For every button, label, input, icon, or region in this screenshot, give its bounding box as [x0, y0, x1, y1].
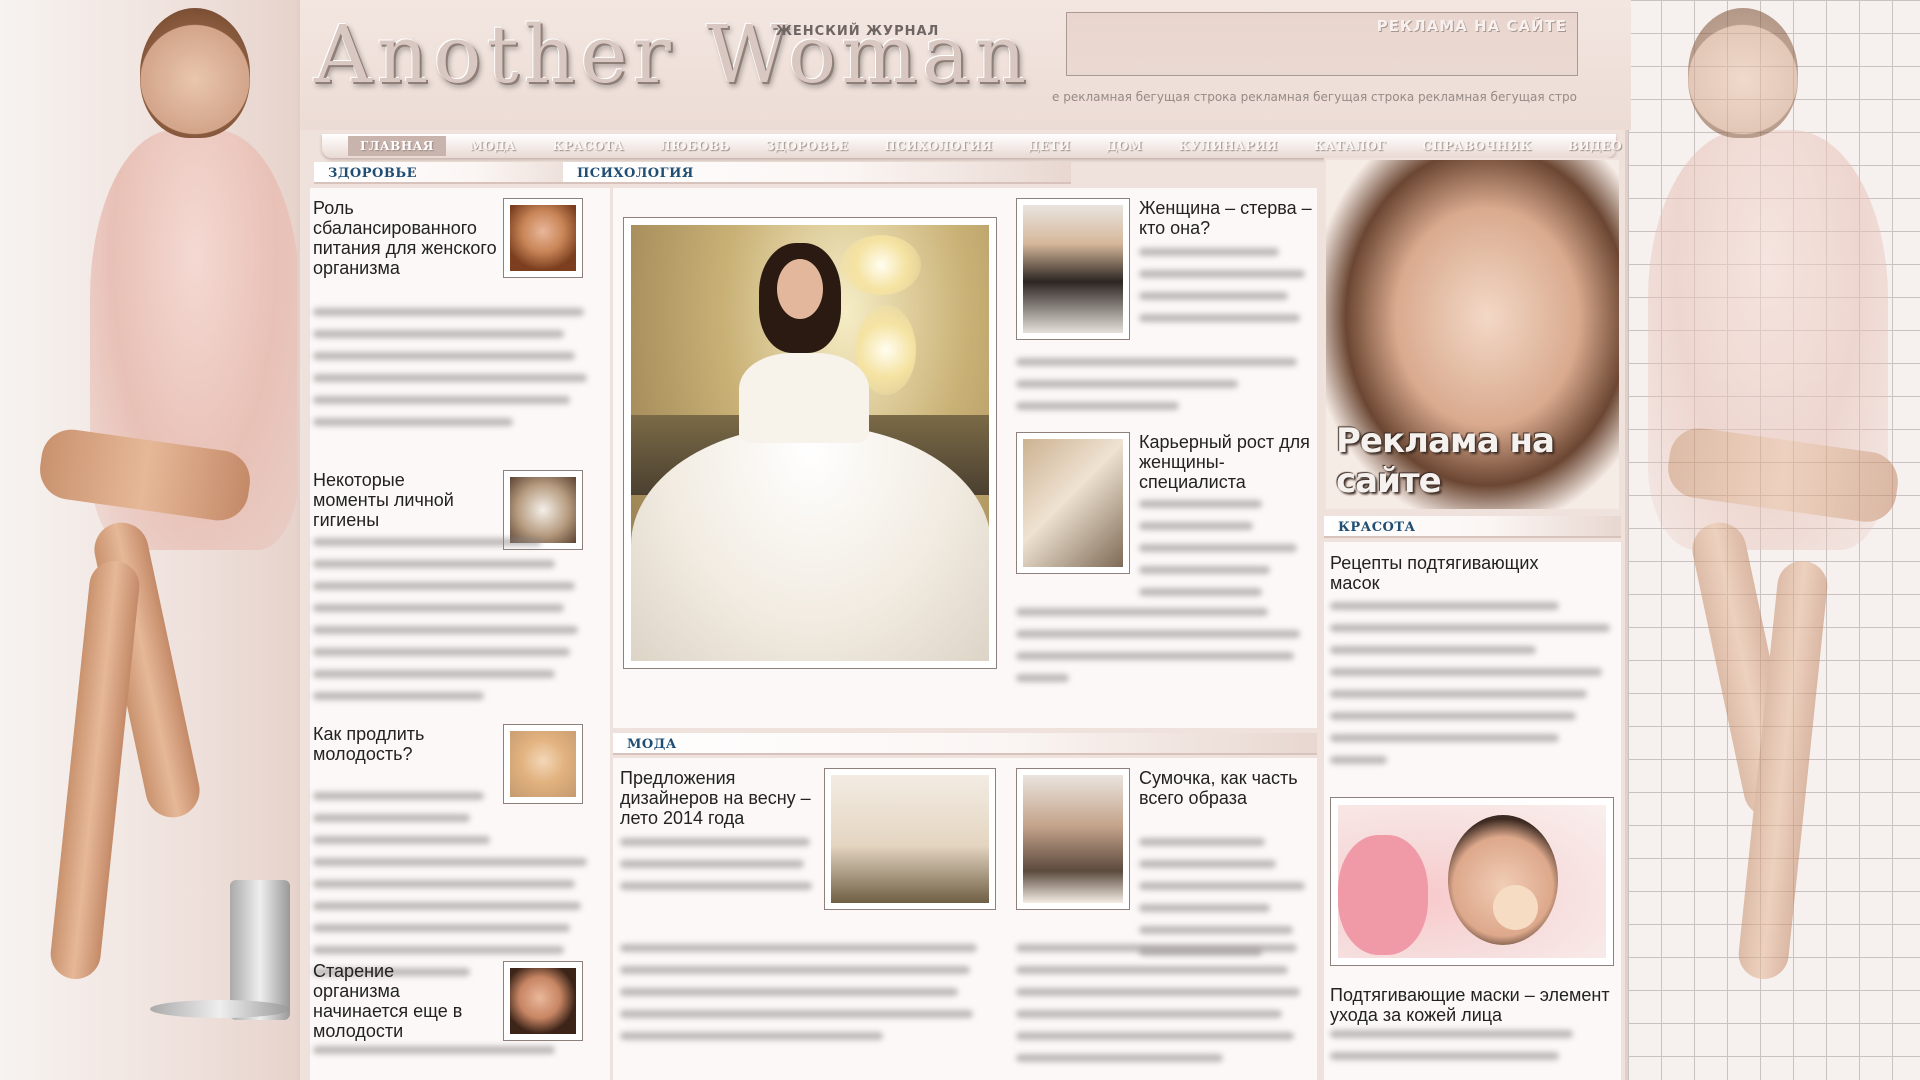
nav-item-cooking[interactable]: КУЛИНАРИЯ [1167, 136, 1290, 156]
featured-bride-photo[interactable] [623, 217, 997, 669]
article-title[interactable]: Сумочка, как часть всего образа [1139, 768, 1314, 808]
ad-ticker: е рекламная бегущая строка рекламная бег… [1052, 90, 1577, 104]
beauty-article[interactable]: Подтягивающие маски – элемент ухода за к… [1330, 985, 1616, 1025]
nav-item-kids[interactable]: ДЕТИ [1017, 136, 1083, 156]
article-excerpt-blurred [1139, 248, 1314, 336]
nav-item-home-decor[interactable]: ДОМ [1095, 136, 1155, 156]
section-header-beauty[interactable]: КРАСОТА [1324, 516, 1621, 538]
article-excerpt-blurred [313, 308, 598, 440]
side-ad-label: Реклама на сайте [1336, 421, 1555, 501]
article-thumbnail[interactable] [1016, 198, 1130, 340]
article-excerpt-blurred [1330, 1030, 1616, 1074]
article-thumbnail[interactable] [824, 768, 996, 910]
section-header-fashion[interactable]: МОДА [613, 733, 1317, 755]
header-ad-label: РЕКЛАМА НА САЙТЕ [1376, 17, 1567, 35]
article-excerpt-blurred [620, 944, 996, 1054]
section-title-psychology: ПСИХОЛОГИЯ [577, 166, 694, 181]
article-title[interactable]: Карьерный рост для женщины-специалиста [1139, 432, 1314, 492]
section-title-fashion: МОДА [627, 737, 677, 752]
article-thumbnail[interactable] [503, 198, 583, 278]
beauty-article-photo[interactable] [1330, 797, 1614, 966]
main-nav: ГЛАВНАЯ МОДА КРАСОТА ЛЮБОВЬ ЗДОРОВЬЕ ПСИ… [322, 134, 1622, 158]
psychology-article[interactable]: Карьерный рост для женщины-специалиста [1139, 432, 1314, 492]
article-excerpt-blurred [313, 538, 598, 714]
nav-item-home[interactable]: ГЛАВНАЯ [348, 136, 447, 156]
health-panel: Роль сбалансированного питания для женск… [310, 188, 610, 1080]
article-excerpt-blurred [1016, 944, 1312, 1076]
article-excerpt-blurred [1016, 608, 1312, 696]
article-title[interactable]: Женщина – стерва – кто она? [1139, 198, 1314, 238]
model-figure-image-faded [1628, 0, 1920, 1080]
nav-item-video[interactable]: ВИДЕО [1556, 136, 1634, 156]
nav-item-beauty[interactable]: КРАСОТА [540, 136, 636, 156]
nav-item-catalog[interactable]: КАТАЛОГ [1302, 136, 1398, 156]
article-thumbnail[interactable] [1016, 432, 1130, 574]
article-excerpt-blurred [1330, 602, 1616, 778]
article-title[interactable]: Подтягивающие маски – элемент ухода за к… [1330, 985, 1616, 1025]
psychology-article[interactable]: Женщина – стерва – кто она? [1139, 198, 1314, 238]
nav-item-reference[interactable]: СПРАВОЧНИК [1410, 136, 1544, 156]
article-excerpt-blurred [620, 838, 820, 904]
main-column: Another Woman ЖЕНСКИЙ ЖУРНАЛ РЕКЛАМА НА … [297, 0, 1631, 1080]
beauty-article[interactable]: Рецепты подтягивающих масок [1330, 553, 1616, 593]
article-excerpt-blurred [313, 1046, 598, 1068]
nav-item-love[interactable]: ЛЮБОВЬ [648, 136, 742, 156]
article-thumbnail[interactable] [1016, 768, 1130, 910]
section-header-health[interactable]: ЗДОРОВЬЕ [314, 162, 604, 184]
article-excerpt-blurred [1139, 500, 1314, 610]
header-ad-banner[interactable]: РЕКЛАМА НА САЙТЕ [1066, 12, 1578, 76]
section-title-beauty: КРАСОТА [1338, 520, 1416, 535]
article-thumbnail[interactable] [503, 961, 583, 1041]
model-figure-image [0, 0, 297, 1080]
side-ad-banner[interactable]: Реклама на сайте [1324, 158, 1621, 511]
fashion-article[interactable]: Сумочка, как часть всего образа [1139, 768, 1314, 808]
site-header: Another Woman ЖЕНСКИЙ ЖУРНАЛ РЕКЛАМА НА … [300, 0, 1631, 130]
article-excerpt-blurred [1016, 358, 1312, 424]
article-title[interactable]: Некоторые моменты личной гигиены [313, 470, 468, 530]
section-title-health: ЗДОРОВЬЕ [328, 166, 417, 181]
article-title[interactable]: Старение организма начинается еще в моло… [313, 961, 483, 1041]
left-decor-panel [0, 0, 297, 1080]
nav-item-psychology[interactable]: ПСИХОЛОГИЯ [872, 136, 1004, 156]
article-title[interactable]: Роль сбалансированного питания для женск… [313, 198, 498, 278]
nav-item-fashion[interactable]: МОДА [458, 136, 528, 156]
site-tagline: ЖЕНСКИЙ ЖУРНАЛ [776, 24, 940, 39]
site-logo[interactable]: Another Woman [314, 8, 1031, 101]
article-title[interactable]: Как продлить молодость? [313, 724, 483, 764]
right-decor-panel [1628, 0, 1920, 1080]
nav-item-health[interactable]: ЗДОРОВЬЕ [754, 136, 860, 156]
fashion-article[interactable]: Предложения дизайнеров на весну – лето 2… [620, 768, 825, 828]
article-title[interactable]: Предложения дизайнеров на весну – лето 2… [620, 768, 825, 828]
article-title[interactable]: Рецепты подтягивающих масок [1330, 553, 1560, 593]
section-header-psychology[interactable]: ПСИХОЛОГИЯ [563, 162, 1071, 184]
